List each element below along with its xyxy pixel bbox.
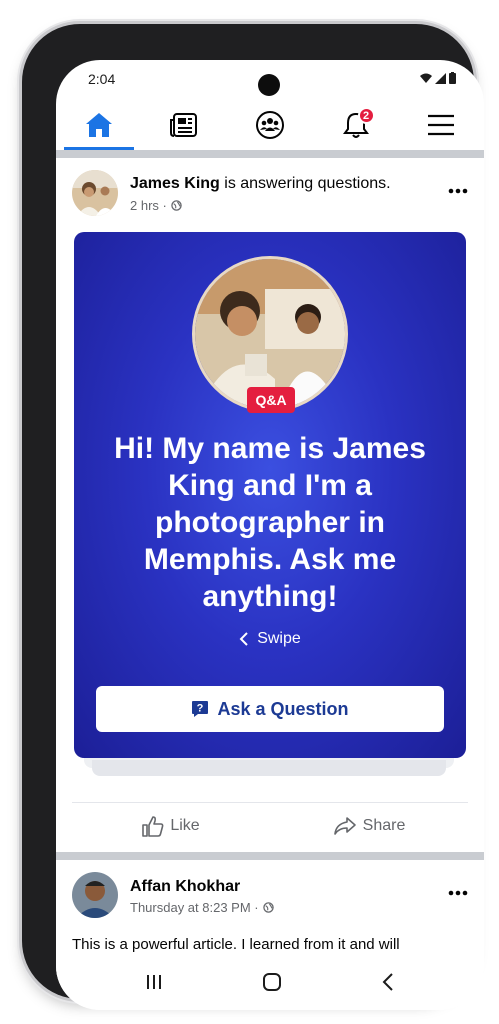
- post2-options-button[interactable]: [448, 882, 468, 896]
- front-camera: [258, 74, 280, 96]
- signal-icon: [435, 72, 446, 84]
- post2-author-name[interactable]: Affan Khokhar: [130, 878, 240, 896]
- phone-frame: 2:04 2 James King is answering questions…: [22, 24, 484, 1010]
- screen: 2:04 2 James King is answering questions…: [56, 60, 484, 1010]
- swipe-label: Swipe: [257, 630, 301, 647]
- globe-icon: [262, 902, 274, 913]
- globe-icon: [171, 200, 182, 211]
- status-bar: 2:04: [56, 60, 484, 96]
- home-icon: [85, 113, 112, 137]
- post-options-button[interactable]: [448, 180, 468, 194]
- groups-icon: [255, 111, 284, 139]
- swipe-hint[interactable]: Swipe: [74, 630, 466, 648]
- share-label: Share: [362, 817, 406, 834]
- feed-divider: [56, 150, 484, 158]
- post2-time[interactable]: Thursday at 8:23 PM ·: [130, 900, 259, 915]
- post-time[interactable]: 2 hrs ·: [130, 198, 167, 213]
- more-options-icon: [448, 890, 468, 896]
- question-bubble-icon: ?: [192, 701, 209, 717]
- post2-meta: Thursday at 8:23 PM ·: [130, 900, 274, 915]
- notification-badge: 2: [357, 107, 375, 124]
- like-button[interactable]: Like: [72, 808, 270, 844]
- svg-text:?: ?: [197, 703, 204, 715]
- share-arrow-icon: [333, 817, 356, 835]
- post2-header: Affan Khokhar Thursday at 8:23 PM ·: [72, 872, 468, 922]
- qa-card[interactable]: Q&A Hi! My name is James King and I'm a …: [74, 232, 466, 758]
- ask-question-label: Ask a Question: [217, 698, 349, 719]
- ask-question-button[interactable]: ? Ask a Question: [96, 686, 444, 732]
- post-author-line: James King is answering questions.: [130, 175, 391, 193]
- chevron-left-icon: [239, 632, 248, 646]
- hamburger-menu-icon: [428, 114, 455, 136]
- tab-menu[interactable]: [398, 100, 484, 150]
- more-options-icon: [448, 188, 468, 194]
- tab-notifications[interactable]: 2: [313, 100, 399, 150]
- back-icon[interactable]: [381, 972, 395, 992]
- post-action-text: is answering questions.: [219, 175, 391, 192]
- qa-headline: Hi! My name is James King and I'm a phot…: [114, 432, 426, 613]
- system-nav-bar: [56, 954, 484, 1010]
- news-feed-icon: [170, 113, 198, 137]
- tab-home[interactable]: [56, 100, 142, 150]
- post-header: James King is answering questions. 2 hrs…: [72, 170, 468, 220]
- like-label: Like: [170, 817, 200, 834]
- thumbs-up-icon: [142, 816, 164, 837]
- home-button-icon[interactable]: [262, 972, 282, 992]
- post2-text: This is a powerful article. I learned fr…: [72, 936, 400, 953]
- post-actions: Like Share: [72, 808, 468, 844]
- share-button[interactable]: Share: [270, 808, 468, 844]
- feed-divider: [56, 852, 484, 860]
- battery-icon: [449, 72, 456, 84]
- post-author-name[interactable]: James King: [130, 175, 220, 192]
- recent-apps-icon[interactable]: [145, 973, 163, 991]
- tab-news[interactable]: [142, 100, 228, 150]
- status-icons: [420, 72, 456, 84]
- top-nav: 2: [56, 100, 484, 150]
- qa-badge: Q&A: [247, 387, 295, 413]
- actions-divider: [72, 802, 468, 803]
- author-avatar[interactable]: [72, 872, 118, 918]
- wifi-icon: [420, 73, 432, 83]
- status-time: 2:04: [88, 71, 116, 87]
- card-stack-shadow: [92, 760, 446, 776]
- tab-groups[interactable]: [227, 100, 313, 150]
- post-meta: 2 hrs ·: [130, 198, 182, 213]
- author-avatar[interactable]: [72, 170, 118, 216]
